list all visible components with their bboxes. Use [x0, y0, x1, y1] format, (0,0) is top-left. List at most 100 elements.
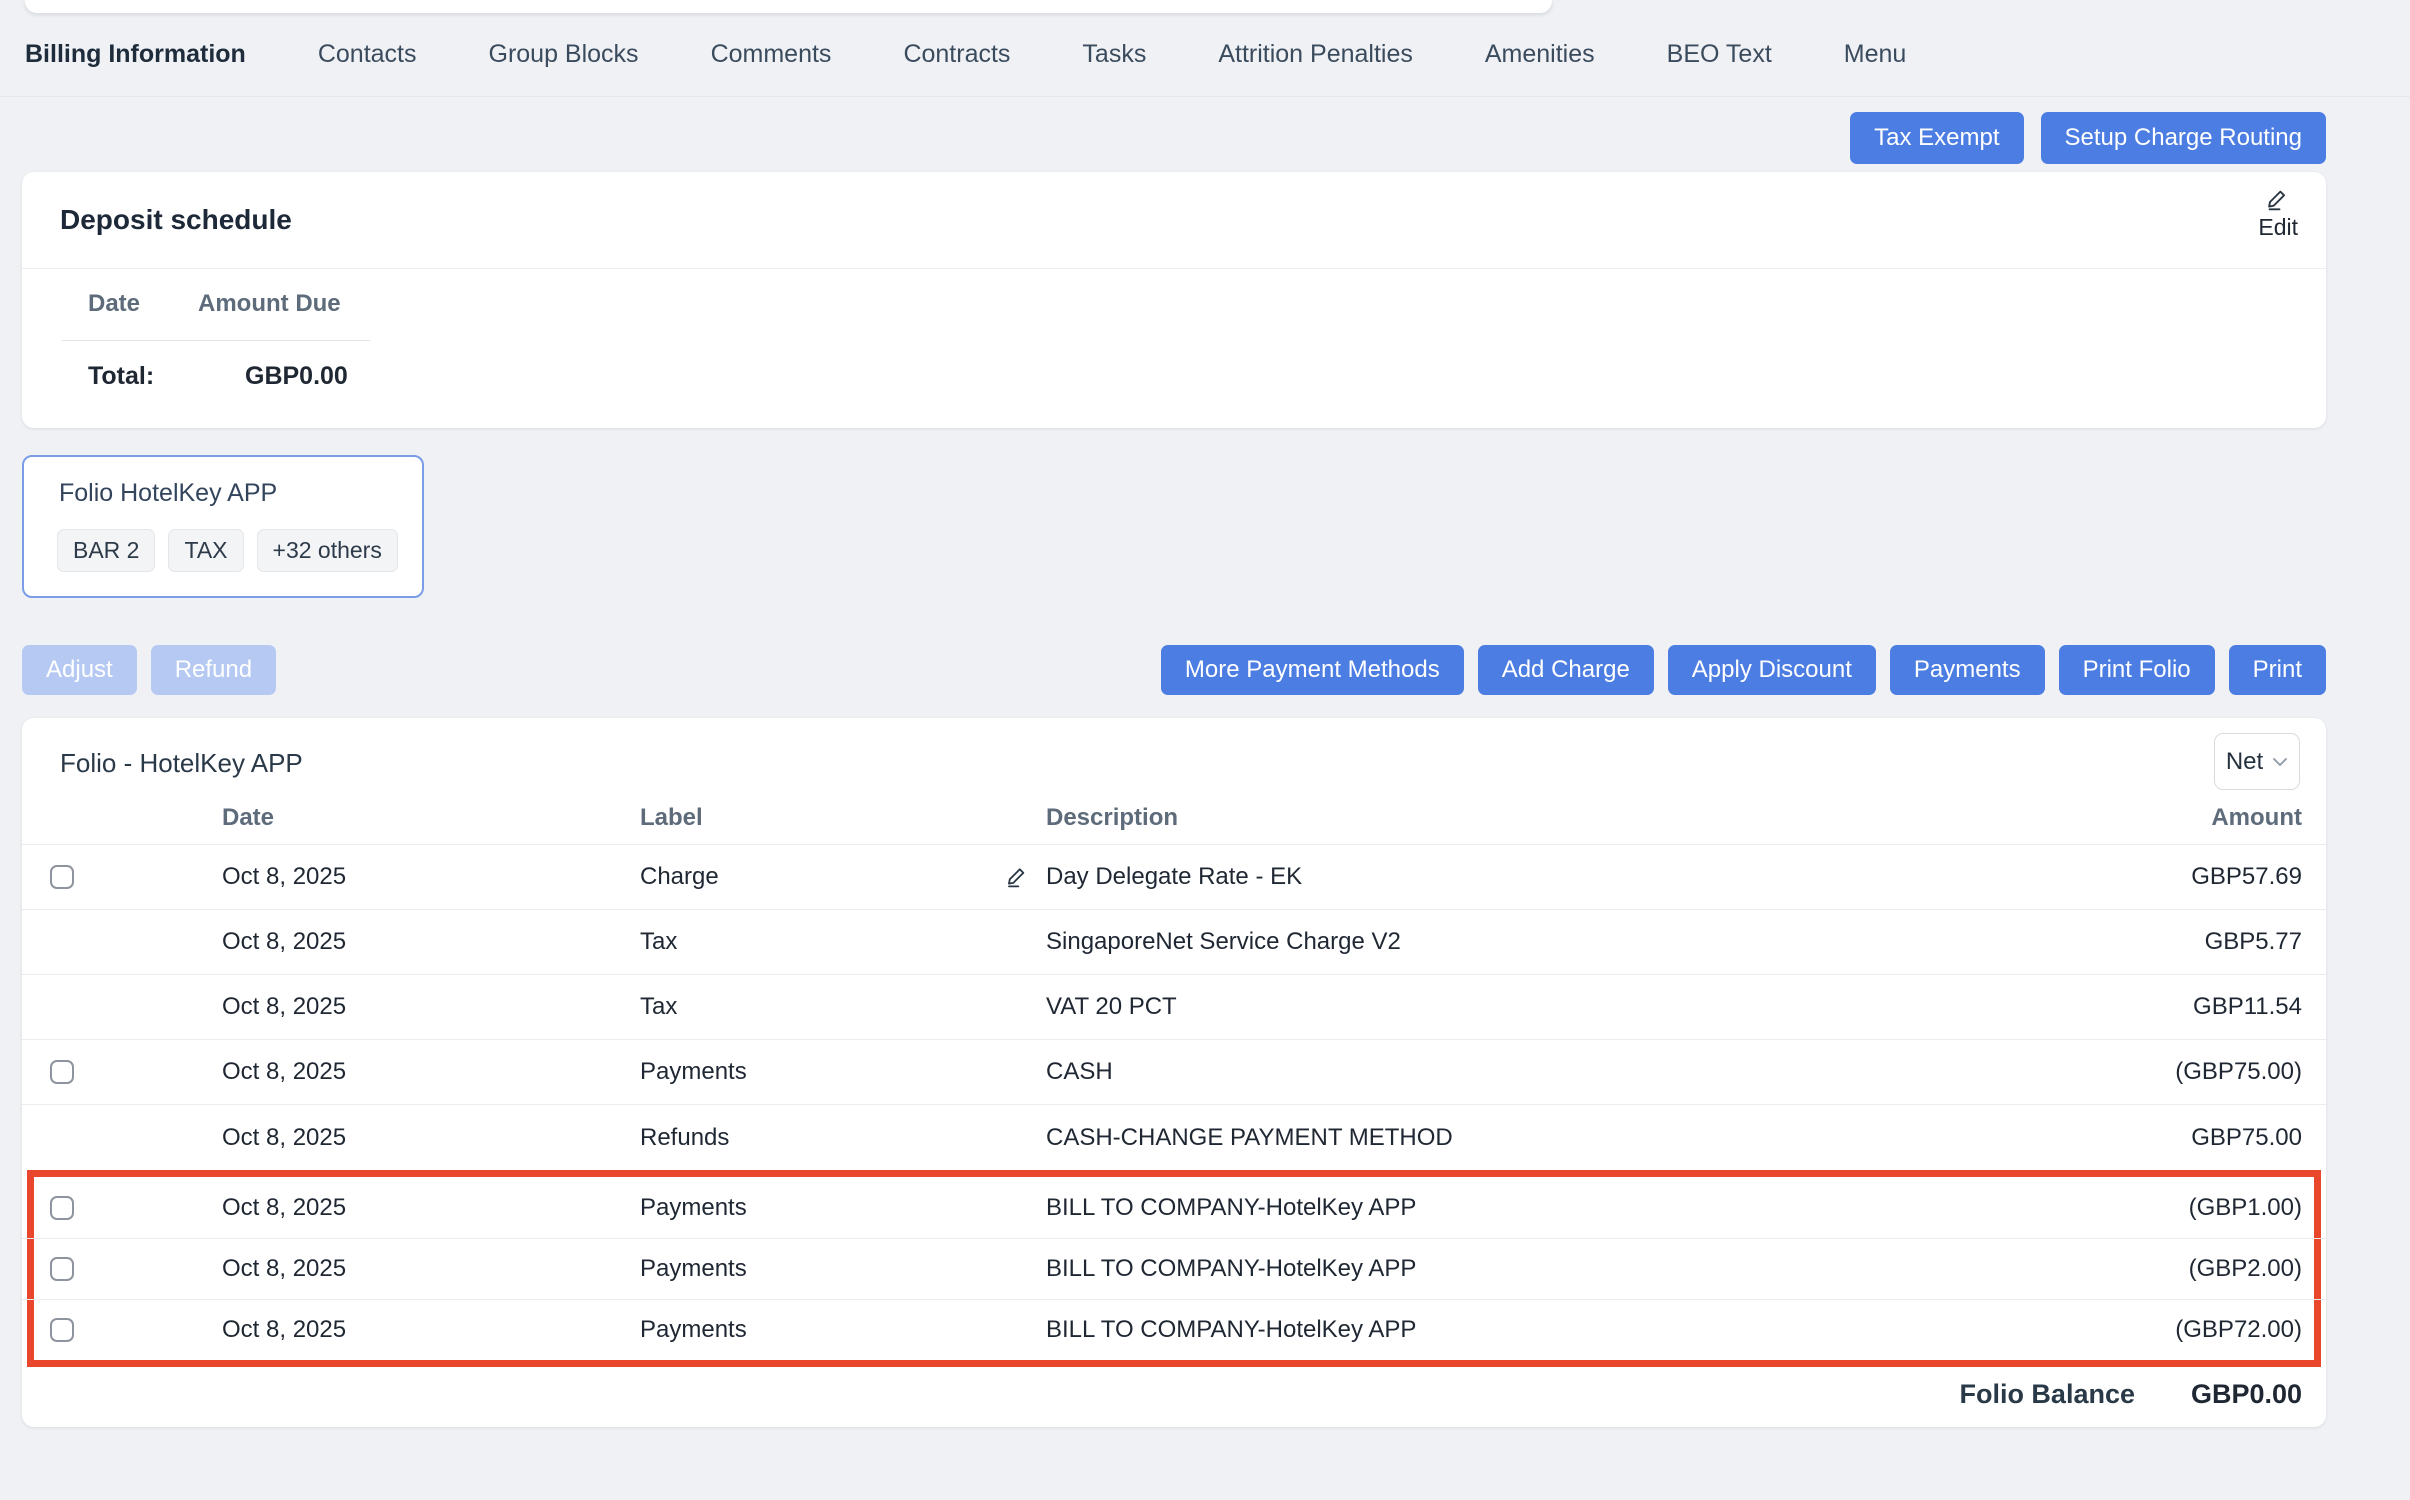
- row-description: SingaporeNet Service Charge V2: [1046, 928, 1401, 956]
- apply-discount-button[interactable]: Apply Discount: [1668, 645, 1876, 695]
- tab-beo-text[interactable]: BEO Text: [1667, 40, 1772, 69]
- net-dropdown-value: Net: [2226, 748, 2263, 776]
- tab-contacts[interactable]: Contacts: [318, 40, 417, 69]
- table-row-highlighted: Oct 8, 2025 Payments BILL TO COMPANY-Hot…: [22, 1177, 2326, 1238]
- highlighted-rows-box: Oct 8, 2025 Payments BILL TO COMPANY-Hot…: [27, 1170, 2321, 1367]
- edit-charge-icon[interactable]: [1005, 865, 1030, 890]
- folio-selector-title: Folio HotelKey APP: [59, 479, 277, 508]
- folio-right-actions: More Payment Methods Add Charge Apply Di…: [1161, 645, 2326, 695]
- edit-deposit-schedule-button[interactable]: Edit: [2258, 186, 2298, 241]
- chip-more-others[interactable]: +32 others: [257, 529, 398, 572]
- row-amount: (GBP75.00): [2175, 1058, 2302, 1086]
- folio-column-headers: Date Label Description Amount: [22, 800, 2326, 845]
- refund-button[interactable]: Refund: [151, 645, 276, 695]
- section-tabs: Billing Information Contacts Group Block…: [25, 40, 1906, 69]
- row-label: Charge: [640, 863, 719, 891]
- folio-table-title: Folio - HotelKey APP: [60, 748, 303, 779]
- folio-left-actions: Adjust Refund: [22, 645, 276, 695]
- table-row: Oct 8, 2025 Tax SingaporeNet Service Cha…: [22, 910, 2326, 975]
- row-amount: (GBP2.00): [2189, 1255, 2302, 1283]
- row-amount: (GBP1.00): [2189, 1194, 2302, 1222]
- row-amount: GBP75.00: [2191, 1124, 2302, 1152]
- adjust-button[interactable]: Adjust: [22, 645, 137, 695]
- net-dropdown[interactable]: Net: [2214, 733, 2300, 790]
- tab-menu[interactable]: Menu: [1844, 40, 1907, 69]
- row-label: Payments: [640, 1194, 747, 1222]
- table-row-highlighted: Oct 8, 2025 Payments BILL TO COMPANY-Hot…: [22, 1238, 2326, 1299]
- row-date: Oct 8, 2025: [222, 1255, 346, 1283]
- table-row: Oct 8, 2025 Tax VAT 20 PCT GBP11.54: [22, 975, 2326, 1040]
- row-amount: GBP57.69: [2191, 863, 2302, 891]
- row-label: Tax: [640, 993, 677, 1021]
- row-label: Payments: [640, 1316, 747, 1344]
- folio-selector-chips: BAR 2 TAX +32 others: [57, 529, 398, 572]
- row-description: BILL TO COMPANY-HotelKey APP: [1046, 1194, 1416, 1222]
- row-checkbox[interactable]: [50, 1318, 74, 1342]
- folio-footer: Folio Balance GBP0.00: [22, 1367, 2326, 1427]
- row-date: Oct 8, 2025: [222, 993, 346, 1021]
- chip-bar-2[interactable]: BAR 2: [57, 529, 155, 572]
- deposit-schedule-card: Deposit schedule Edit Date Amount Due To…: [22, 172, 2326, 428]
- print-button[interactable]: Print: [2229, 645, 2326, 695]
- chip-tax[interactable]: TAX: [168, 529, 243, 572]
- table-row: Oct 8, 2025 Charge Day Delegate Rate - E…: [22, 845, 2326, 910]
- row-label: Payments: [640, 1255, 747, 1283]
- deposit-schedule-title: Deposit schedule: [60, 204, 292, 236]
- row-description: VAT 20 PCT: [1046, 993, 1177, 1021]
- deposit-col-date: Date: [88, 290, 140, 318]
- col-header-date: Date: [222, 804, 274, 832]
- row-amount: GBP11.54: [2193, 993, 2302, 1021]
- deposit-total-label: Total:: [88, 362, 154, 391]
- folio-balance-label: Folio Balance: [1959, 1379, 2135, 1410]
- row-date: Oct 8, 2025: [222, 863, 346, 891]
- tab-contracts[interactable]: Contracts: [903, 40, 1010, 69]
- row-description: BILL TO COMPANY-HotelKey APP: [1046, 1316, 1416, 1344]
- deposit-col-amount-due: Amount Due: [198, 290, 341, 318]
- row-amount: GBP5.77: [2205, 928, 2302, 956]
- nav-divider: [0, 96, 2410, 97]
- tab-billing-information[interactable]: Billing Information: [25, 40, 246, 69]
- col-header-label: Label: [640, 804, 703, 832]
- row-label: Tax: [640, 928, 677, 956]
- tab-group-blocks[interactable]: Group Blocks: [489, 40, 639, 69]
- tab-amenities[interactable]: Amenities: [1485, 40, 1595, 69]
- folio-table-card: Folio - HotelKey APP Net Date Label Desc…: [22, 718, 2326, 1427]
- row-date: Oct 8, 2025: [222, 1124, 346, 1152]
- pencil-icon: [2265, 186, 2291, 212]
- print-folio-button[interactable]: Print Folio: [2059, 645, 2215, 695]
- tab-attrition-penalties[interactable]: Attrition Penalties: [1218, 40, 1413, 69]
- row-amount: (GBP72.00): [2175, 1316, 2302, 1344]
- table-row: Oct 8, 2025 Refunds CASH-CHANGE PAYMENT …: [22, 1105, 2326, 1170]
- previous-section-card-edge: [25, 0, 1552, 13]
- row-date: Oct 8, 2025: [222, 1316, 346, 1344]
- tab-comments[interactable]: Comments: [711, 40, 832, 69]
- tab-tasks[interactable]: Tasks: [1082, 40, 1146, 69]
- top-action-buttons: Tax Exempt Setup Charge Routing: [1850, 112, 2326, 164]
- row-checkbox[interactable]: [50, 1257, 74, 1281]
- col-header-description: Description: [1046, 804, 1178, 832]
- row-description: CASH-CHANGE PAYMENT METHOD: [1046, 1124, 1453, 1152]
- add-charge-button[interactable]: Add Charge: [1478, 645, 1654, 695]
- row-checkbox[interactable]: [50, 1196, 74, 1220]
- deposit-total-value: GBP0.00: [245, 362, 348, 391]
- row-date: Oct 8, 2025: [222, 1194, 346, 1222]
- folio-selector-card[interactable]: Folio HotelKey APP BAR 2 TAX +32 others: [22, 455, 424, 598]
- row-label: Payments: [640, 1058, 747, 1086]
- tax-exempt-button[interactable]: Tax Exempt: [1850, 112, 2023, 164]
- row-checkbox[interactable]: [50, 1060, 74, 1084]
- col-header-amount: Amount: [2211, 804, 2302, 832]
- setup-charge-routing-button[interactable]: Setup Charge Routing: [2041, 112, 2327, 164]
- payments-button[interactable]: Payments: [1890, 645, 2045, 695]
- row-label: Refunds: [640, 1124, 729, 1152]
- row-date: Oct 8, 2025: [222, 1058, 346, 1086]
- deposit-table-underline: [62, 340, 370, 341]
- more-payment-methods-button[interactable]: More Payment Methods: [1161, 645, 1464, 695]
- chevron-down-icon: [2272, 757, 2288, 767]
- row-checkbox[interactable]: [50, 865, 74, 889]
- table-row-highlighted: Oct 8, 2025 Payments BILL TO COMPANY-Hot…: [22, 1299, 2326, 1360]
- row-description: BILL TO COMPANY-HotelKey APP: [1046, 1255, 1416, 1283]
- folio-balance-value: GBP0.00: [2191, 1379, 2302, 1410]
- row-description: Day Delegate Rate - EK: [1046, 863, 1302, 891]
- row-description: CASH: [1046, 1058, 1113, 1086]
- edit-label: Edit: [2258, 214, 2298, 241]
